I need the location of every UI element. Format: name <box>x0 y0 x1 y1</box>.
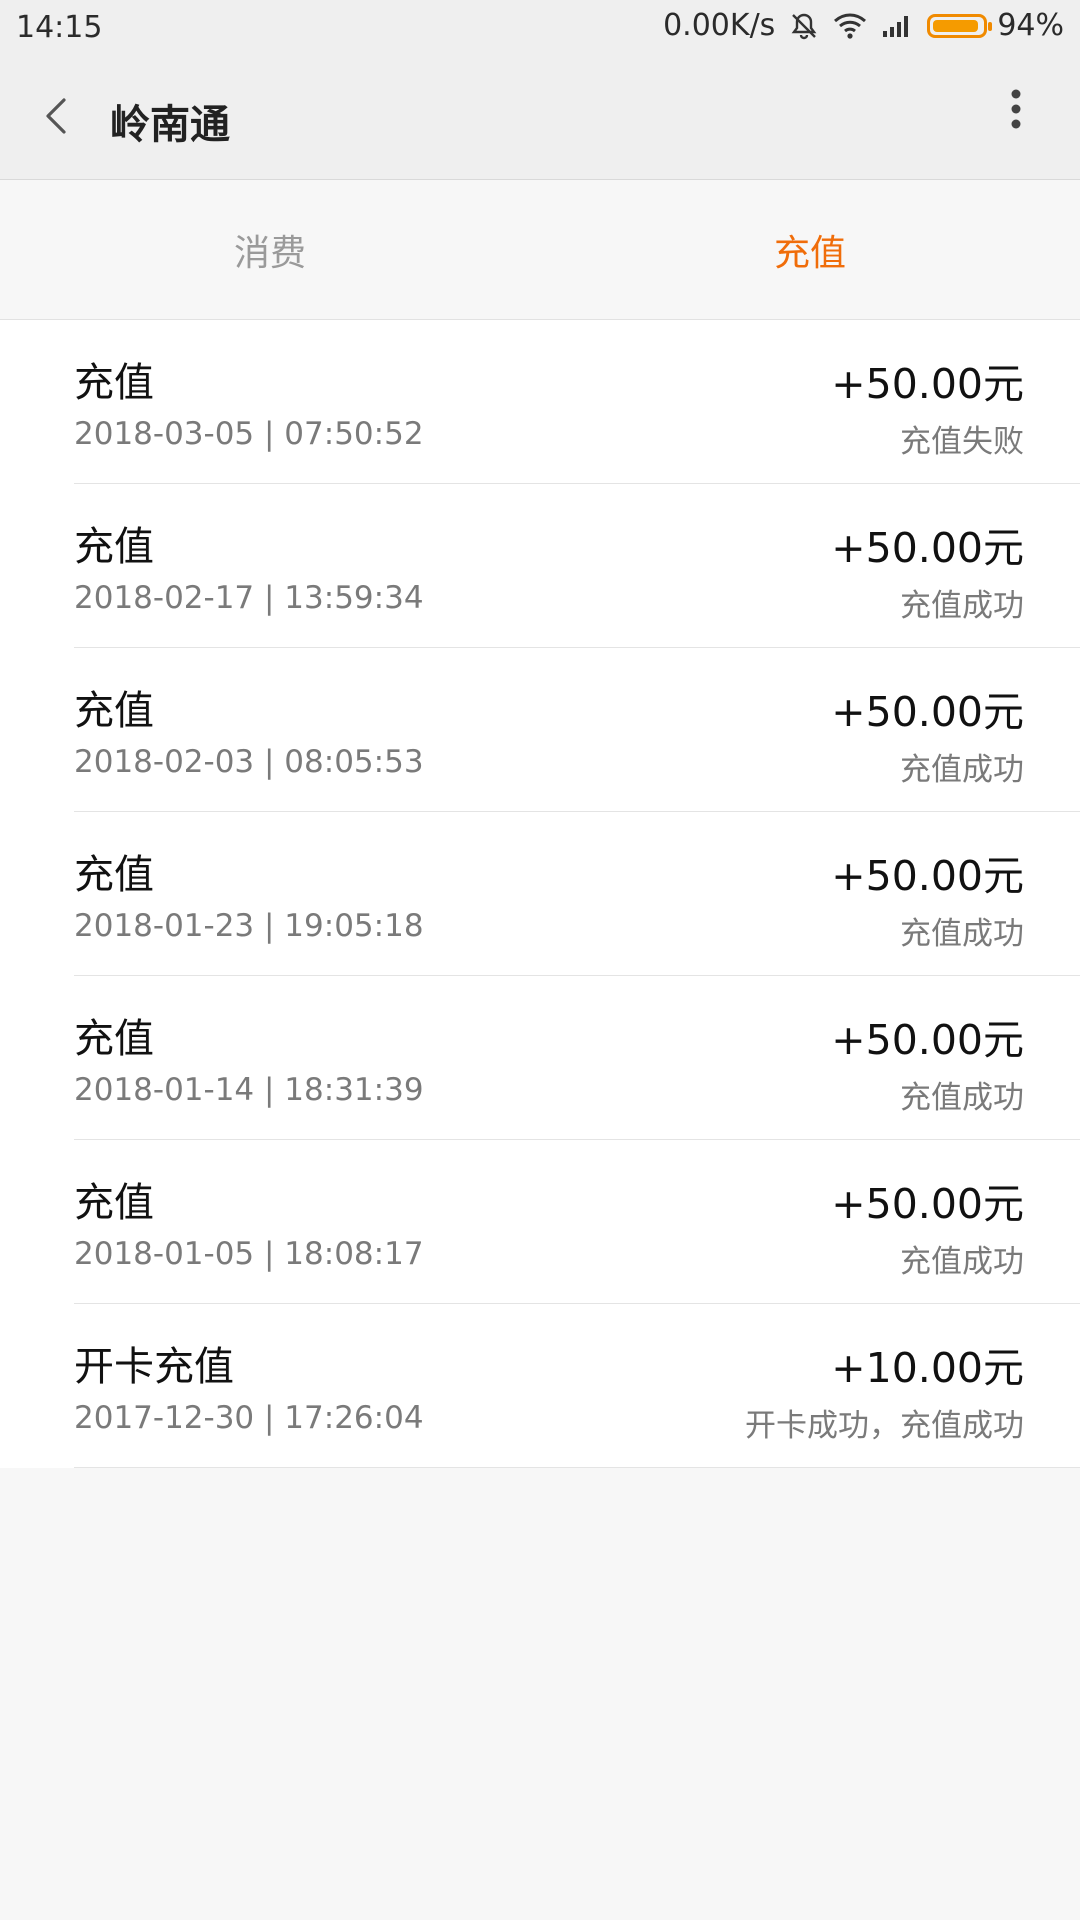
record-title: 充值 <box>74 688 154 734</box>
screen: 14:15 0.00K/s 94% 岭南通 消费 充值 充值 2018-03-0… <box>0 0 1080 1920</box>
status-right: 0.00K/s 94% <box>663 8 1064 43</box>
record-status: 充值成功 <box>900 588 1024 624</box>
record-amount: +50.00元 <box>831 1180 1024 1228</box>
record-title: 充值 <box>74 524 154 570</box>
list-item[interactable]: 开卡充值 2017-12-30 | 17:26:04 +10.00元 开卡成功，… <box>74 1304 1080 1468</box>
more-options-button[interactable] <box>1006 86 1026 136</box>
record-datetime: 2017-12-30 | 17:26:04 <box>74 1400 424 1436</box>
record-list: 充值 2018-03-05 | 07:50:52 +50.00元 充值失败 充值… <box>0 320 1080 1468</box>
record-title: 充值 <box>74 852 154 898</box>
network-speed: 0.00K/s <box>663 8 776 43</box>
record-title: 充值 <box>74 1016 154 1062</box>
cellular-signal-icon <box>881 13 913 39</box>
record-status: 充值成功 <box>900 916 1024 952</box>
record-amount: +50.00元 <box>831 688 1024 736</box>
record-status: 充值失败 <box>900 424 1024 460</box>
list-item[interactable]: 充值 2018-01-05 | 18:08:17 +50.00元 充值成功 <box>74 1140 1080 1304</box>
record-amount: +50.00元 <box>831 524 1024 572</box>
record-datetime: 2018-03-05 | 07:50:52 <box>74 416 424 452</box>
record-amount: +50.00元 <box>831 360 1024 408</box>
record-amount: +50.00元 <box>831 1016 1024 1064</box>
status-time: 14:15 <box>16 10 103 45</box>
record-status: 充值成功 <box>900 752 1024 788</box>
chevron-left-icon <box>46 98 66 134</box>
battery-icon <box>927 13 993 38</box>
status-bar: 14:15 0.00K/s 94% <box>0 0 1080 56</box>
record-amount: +50.00元 <box>831 852 1024 900</box>
title-bar: 岭南通 <box>0 56 1080 180</box>
record-datetime: 2018-01-05 | 18:08:17 <box>74 1236 424 1272</box>
more-vertical-icon <box>1011 89 1021 129</box>
record-status: 开卡成功，充值成功 <box>745 1408 1024 1444</box>
record-datetime: 2018-01-23 | 19:05:18 <box>74 908 424 944</box>
record-datetime: 2018-02-03 | 08:05:53 <box>74 744 424 780</box>
record-status: 充值成功 <box>900 1244 1024 1280</box>
tab-bar: 消费 充值 <box>0 180 1080 320</box>
tab-consumption[interactable]: 消费 <box>0 180 540 319</box>
tab-recharge[interactable]: 充值 <box>540 180 1080 319</box>
list-item[interactable]: 充值 2018-01-23 | 19:05:18 +50.00元 充值成功 <box>74 812 1080 976</box>
battery-percent: 94% <box>997 8 1064 43</box>
mute-bell-icon <box>789 11 819 41</box>
record-title: 充值 <box>74 1180 154 1226</box>
list-item[interactable]: 充值 2018-02-17 | 13:59:34 +50.00元 充值成功 <box>74 484 1080 648</box>
list-item[interactable]: 充值 2018-01-14 | 18:31:39 +50.00元 充值成功 <box>74 976 1080 1140</box>
record-amount: +10.00元 <box>831 1344 1024 1392</box>
battery-fill <box>933 19 979 32</box>
record-title: 充值 <box>74 360 154 406</box>
list-item[interactable]: 充值 2018-02-03 | 08:05:53 +50.00元 充值成功 <box>74 648 1080 812</box>
wifi-icon <box>833 12 867 40</box>
page-title: 岭南通 <box>110 102 230 148</box>
list-item[interactable]: 充值 2018-03-05 | 07:50:52 +50.00元 充值失败 <box>74 320 1080 484</box>
record-status: 充值成功 <box>900 1080 1024 1116</box>
record-datetime: 2018-01-14 | 18:31:39 <box>74 1072 424 1108</box>
record-title: 开卡充值 <box>74 1344 234 1390</box>
record-datetime: 2018-02-17 | 13:59:34 <box>74 580 424 616</box>
battery-indicator: 94% <box>927 8 1064 43</box>
back-button[interactable] <box>36 94 80 138</box>
